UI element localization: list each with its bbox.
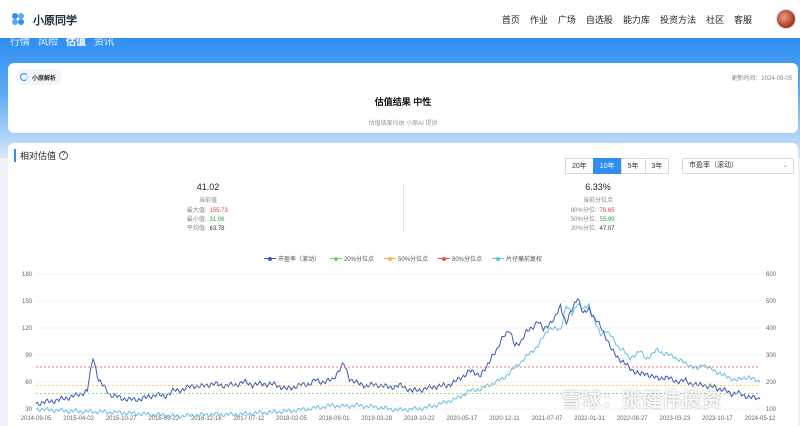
y-right-tick: 100 (766, 407, 777, 413)
p20-label: 20%分位: (570, 226, 597, 232)
period-3y[interactable]: 3年 (644, 158, 670, 174)
min-value: 31.06 (209, 217, 225, 223)
x-tick: 2016-05-22 (148, 416, 179, 422)
current-value: 41.02 (196, 182, 220, 192)
tab-news[interactable]: 资讯 (94, 38, 114, 50)
y-right-tick: 200 (766, 380, 777, 386)
y-right-tick: 300 (766, 353, 777, 359)
p80-value: 76.65 (599, 208, 615, 214)
ai-analysis-chip[interactable]: 小原解析 (16, 69, 63, 85)
x-tick: 2015-04-02 (63, 416, 94, 422)
nav-support[interactable]: 客服 (734, 13, 752, 26)
section-title: 相对估值 ? (14, 149, 69, 162)
avatar[interactable] (776, 9, 796, 29)
metric-select[interactable]: 市盈率（滚动） ⌄ (682, 158, 794, 174)
period-10y[interactable]: 10年 (592, 158, 622, 174)
y-right-tick: 600 (766, 272, 777, 278)
nav-methods[interactable]: 投资方法 (660, 13, 696, 26)
period-20y[interactable]: 20年 (565, 158, 594, 174)
p80-label: 80%分位: (570, 208, 597, 214)
current-value-stats: 41.02 当前值 最大值: 155.73 最小值: 31.06 平均值: 63.78 (148, 182, 268, 234)
x-tick: 2020-05-17 (447, 416, 478, 422)
period-5y[interactable]: 5年 (620, 158, 646, 174)
ai-analysis-card: 小原解析 更新时间：2024-09-05 估值结果 中性 估值结果均由 小原AI… (8, 63, 798, 133)
y-left-tick: 60 (25, 380, 32, 386)
p50-value: 55.99 (599, 217, 615, 223)
help-icon[interactable]: ? (59, 151, 69, 160)
x-tick: 2015-10-27 (106, 416, 137, 422)
tab-risk[interactable]: 风险 (38, 38, 58, 50)
x-tick: 2023-10-17 (702, 416, 733, 422)
percentile-stats: 6.33% 当前分位点 80%分位: 76.65 50%分位: 55.99 20%分… (538, 182, 658, 234)
current-value-label: 当前值 (198, 198, 217, 204)
p20-value: 47.07 (599, 226, 615, 232)
avg-value: 63.78 (209, 226, 225, 232)
nav-watchlist[interactable]: 自选股 (586, 13, 613, 26)
tab-valuation[interactable]: 估值 (66, 38, 86, 50)
nav-home[interactable]: 首页 (502, 13, 520, 26)
period-selector: 20年 10年 5年 3年 (565, 158, 670, 174)
ai-spinner-icon (20, 73, 28, 81)
x-tick: 2019-10-22 (404, 416, 435, 422)
nav-square[interactable]: 广场 (558, 13, 576, 26)
result-provider-note: 估值结果均由 小原AI 提供 (368, 121, 438, 127)
section-title-text: 相对估值 (20, 151, 57, 161)
current-percentile-label: 当前分位点 (582, 198, 613, 204)
x-tick: 2022-08-27 (617, 416, 648, 422)
max-value: 155.73 (209, 208, 228, 214)
x-tick: 2022-01-31 (574, 416, 605, 422)
stats-divider (403, 183, 404, 233)
valuation-result: 估值结果 中性 (374, 97, 432, 107)
x-tick: 2018-09-01 (319, 416, 350, 422)
legend-price[interactable]: 片仔癀前复权 (492, 254, 542, 263)
current-percentile: 6.33% (585, 182, 611, 192)
nav-homework[interactable]: 作业 (530, 13, 548, 26)
y-left-tick: 30 (25, 407, 32, 413)
legend-pe[interactable]: 市盈率（滚动） (263, 254, 320, 263)
avg-label: 平均值: (186, 226, 207, 232)
y-left-tick: 120 (22, 326, 33, 332)
main-nav: 首页 作业 广场 自选股 能力库 投资方法 社区 客服 (502, 13, 752, 26)
nav-ability-lib[interactable]: 能力库 (623, 13, 650, 26)
watermark: 雪球：张健伟投资 (562, 390, 723, 411)
chart-legend: 市盈率（滚动） 20%分位点 50%分位点 80%分位点 片仔癀前复权 (8, 254, 798, 263)
nav-community[interactable]: 社区 (706, 13, 724, 26)
min-label: 最小值: (186, 217, 207, 223)
chevron-down-icon: ⌄ (782, 162, 788, 169)
p50-label: 50%分位: (570, 217, 597, 223)
x-tick: 2024-05-12 (745, 416, 776, 422)
ai-chip-label: 小原解析 (32, 75, 57, 82)
x-tick: 2021-07-07 (532, 416, 563, 422)
y-left-tick: 150 (22, 299, 33, 305)
logo-icon[interactable] (10, 11, 26, 27)
y-left-tick: 90 (25, 353, 32, 359)
legend-p20[interactable]: 20%分位点 (329, 254, 374, 263)
x-tick: 2016-12-16 (191, 416, 222, 422)
x-tick: 2019-03-28 (361, 416, 392, 422)
x-tick: 2023-03-23 (659, 416, 690, 422)
x-tick: 2020-12-11 (489, 416, 520, 422)
x-tick: 2014-09-05 (21, 416, 52, 422)
tab-market[interactable]: 行情 (10, 38, 30, 50)
top-navbar: 小原同学 首页 作业 广场 自选股 能力库 投资方法 社区 客服 (0, 0, 800, 38)
y-right-tick: 500 (766, 299, 777, 305)
x-tick: 2018-02-05 (276, 416, 307, 422)
metric-select-value: 市盈率（滚动） (689, 162, 738, 169)
relative-valuation-card: 相对估值 ? 20年 10年 5年 3年 市盈率（滚动） ⌄ 41.02 当前值… (8, 143, 798, 426)
update-time: 更新时间：2024-09-05 (731, 76, 792, 82)
max-label: 最大值: (186, 208, 207, 214)
y-left-tick: 180 (22, 272, 33, 278)
legend-p80[interactable]: 80%分位点 (438, 254, 482, 263)
legend-p50[interactable]: 50%分位点 (383, 254, 428, 263)
y-right-tick: 400 (766, 326, 777, 332)
brand-name[interactable]: 小原同学 (33, 12, 77, 28)
stock-tabs: 行情 风险 估值 资讯 (10, 38, 114, 50)
